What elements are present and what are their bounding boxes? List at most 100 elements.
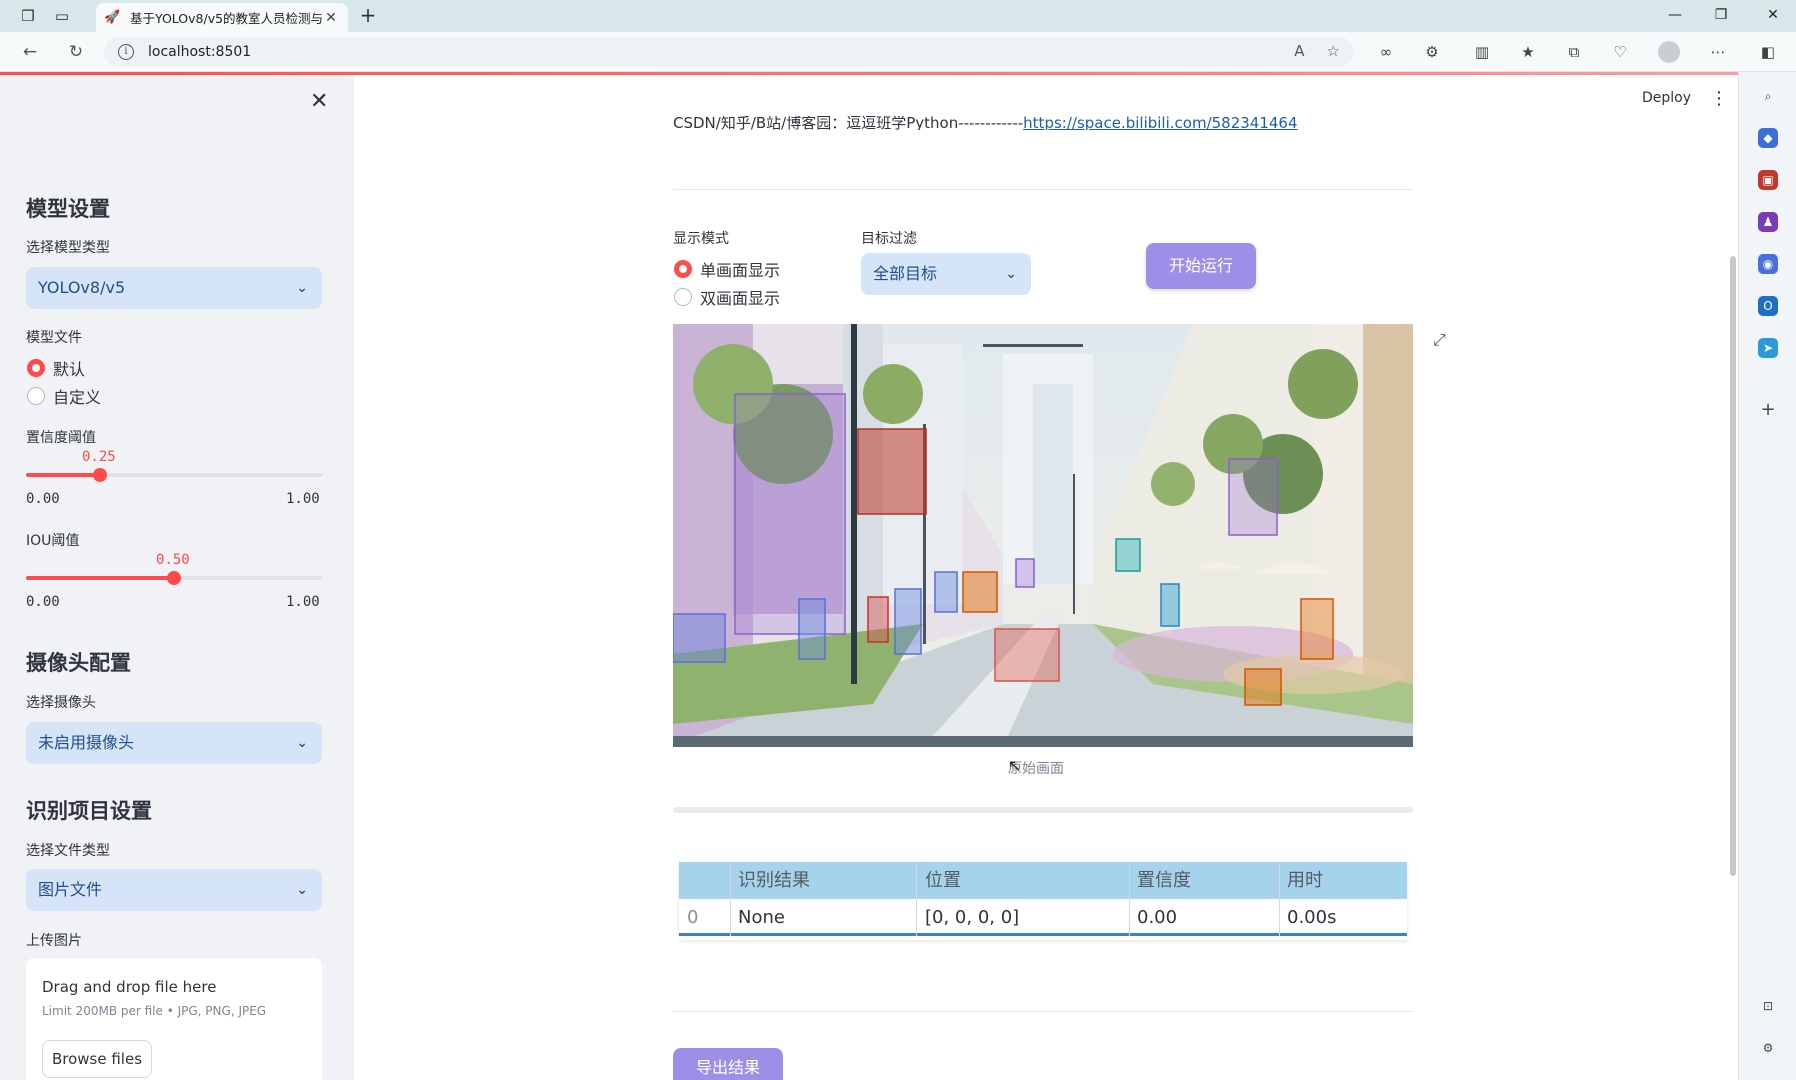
- export-results-button[interactable]: 导出结果: [673, 1048, 783, 1080]
- camera-select-value: 未启用摄像头: [38, 733, 135, 752]
- window-close-icon[interactable]: ✕: [1750, 0, 1796, 32]
- camera-select-label: 选择摄像头: [26, 695, 96, 711]
- detection-image: [673, 324, 1413, 747]
- radio-unselected-icon: [27, 387, 45, 405]
- conf-slider-thumb[interactable]: [93, 468, 107, 482]
- streamlit-sidebar: ✕ 模型设置 选择模型类型 YOLOv8/v5 ⌄ 模型文件 默认 自定义 置信…: [0, 75, 354, 1080]
- detection-box: [867, 596, 889, 643]
- model-type-select[interactable]: YOLOv8/v5 ⌄: [26, 267, 322, 309]
- display-mode-label: 显示模式: [673, 231, 729, 247]
- mouse-cursor-icon: ↖: [1008, 756, 1022, 775]
- site-info-icon[interactable]: i: [118, 44, 134, 60]
- favorites-icon[interactable]: ★: [1516, 41, 1540, 63]
- radio-custom[interactable]: 自定义: [27, 384, 101, 408]
- workspaces-icon[interactable]: ❒: [18, 6, 38, 26]
- column-divider: [916, 862, 917, 899]
- results-table[interactable]: 识别结果 位置 置信度 用时 0 None [0, 0, 0, 0] 0.00 …: [679, 862, 1407, 940]
- performance-icon[interactable]: ♡: [1608, 41, 1632, 63]
- split-screen-icon[interactable]: ▥: [1470, 41, 1494, 63]
- read-aloud-icon[interactable]: A: [1294, 42, 1304, 60]
- screenshot-icon[interactable]: ⊡: [1758, 996, 1778, 1016]
- browse-files-button[interactable]: Browse files: [42, 1040, 152, 1078]
- camera-settings-heading: 摄像头配置: [26, 651, 131, 675]
- target-filter-value: 全部目标: [873, 264, 938, 283]
- column-divider: [916, 899, 917, 936]
- favorite-star-icon[interactable]: ☆: [1327, 42, 1340, 60]
- collections-icon[interactable]: ⧉: [1562, 41, 1586, 63]
- browser-tab-active[interactable]: 🚀 基于YOLOv8/v5的教室人员检测与 ✕: [96, 3, 348, 32]
- header-time[interactable]: 用时: [1287, 862, 1323, 899]
- minimize-icon[interactable]: —: [1652, 0, 1698, 32]
- page-scrollbar[interactable]: [1730, 256, 1736, 876]
- bilibili-link[interactable]: https://space.bilibili.com/582341464: [1023, 116, 1297, 130]
- chevron-down-icon: ⌄: [296, 882, 308, 898]
- outlook-icon[interactable]: O: [1758, 296, 1778, 316]
- url-field[interactable]: i localhost:8501 A ☆: [104, 37, 1354, 67]
- author-links-prefix: CSDN/知乎/B站/博客园：逗逗班学Python------------: [673, 116, 1024, 130]
- reload-icon[interactable]: ↻: [62, 40, 90, 64]
- column-divider: [1279, 862, 1280, 899]
- new-tab-icon[interactable]: +: [356, 4, 380, 28]
- iou-slider[interactable]: [26, 571, 322, 585]
- tab-actions-icon[interactable]: ▭: [52, 6, 72, 26]
- start-run-button[interactable]: 开始运行: [1146, 243, 1256, 289]
- detection-box: [734, 393, 846, 635]
- games-icon[interactable]: ♟: [1758, 212, 1778, 232]
- radio-single-view[interactable]: 单画面显示: [674, 257, 780, 281]
- radio-dual-view[interactable]: 双画面显示: [674, 285, 780, 309]
- file-type-value: 图片文件: [38, 880, 103, 899]
- shopping-icon[interactable]: ◆: [1758, 128, 1778, 148]
- tools-icon[interactable]: ▣: [1758, 170, 1778, 190]
- sidebar-close-icon[interactable]: ✕: [310, 89, 328, 114]
- search-icon[interactable]: ⌕: [1758, 86, 1778, 106]
- streamlit-favicon-icon: 🚀: [104, 9, 121, 25]
- add-icon[interactable]: +: [1758, 400, 1778, 420]
- header-position[interactable]: 位置: [925, 862, 961, 899]
- conf-threshold-label: 置信度阈值: [26, 430, 96, 446]
- tab-close-icon[interactable]: ✕: [322, 10, 340, 26]
- fullscreen-expand-icon[interactable]: ⤢: [1433, 330, 1446, 350]
- file-uploader-dropzone[interactable]: Drag and drop file here Limit 200MB per …: [26, 958, 322, 1080]
- edge-sidebar: ⌕ ◆ ▣ ♟ ◉ O ➤ + ⊡ ⚙: [1738, 72, 1796, 1080]
- dropzone-title: Drag and drop file here: [42, 978, 217, 996]
- back-icon[interactable]: ←: [16, 40, 44, 64]
- cell-position[interactable]: [0, 0, 0, 0]: [925, 899, 1019, 936]
- url-actions: A ☆: [1294, 42, 1340, 60]
- header-confidence[interactable]: 置信度: [1137, 862, 1191, 899]
- detection-box: [798, 598, 826, 660]
- cell-result[interactable]: None: [738, 899, 785, 936]
- iou-slider-thumb[interactable]: [167, 571, 181, 585]
- model-settings-heading: 模型设置: [26, 197, 110, 221]
- restore-icon[interactable]: ❐: [1698, 0, 1744, 32]
- cell-confidence[interactable]: 0.00: [1137, 899, 1177, 936]
- sidebar-toggle-icon[interactable]: ◧: [1756, 41, 1780, 63]
- radio-selected-icon: [674, 260, 692, 278]
- table-row[interactable]: 0 None [0, 0, 0, 0] 0.00 0.00s: [679, 899, 1407, 936]
- url-text: localhost:8501: [148, 44, 252, 60]
- radio-unselected-icon: [674, 288, 692, 306]
- settings-gear-icon[interactable]: ⚙: [1758, 1038, 1778, 1058]
- radio-default[interactable]: 默认: [27, 356, 85, 380]
- conf-slider-max: 1.00: [286, 491, 320, 507]
- target-filter-select[interactable]: 全部目标 ⌄: [861, 253, 1031, 295]
- detection-box: [1115, 538, 1141, 572]
- chevron-down-icon: ⌄: [1005, 266, 1017, 282]
- conf-slider[interactable]: [26, 468, 322, 482]
- deploy-button[interactable]: Deploy: [1642, 90, 1691, 106]
- copilot-icon[interactable]: ◉: [1758, 254, 1778, 274]
- main-menu-icon[interactable]: ⋮: [1710, 88, 1728, 109]
- detection-box: [994, 628, 1060, 682]
- profile-avatar[interactable]: [1658, 41, 1680, 63]
- more-menu-icon[interactable]: ⋯: [1706, 41, 1730, 63]
- column-divider: [1279, 899, 1280, 936]
- cell-time[interactable]: 0.00s: [1287, 899, 1336, 936]
- infinity-icon[interactable]: ∞: [1374, 41, 1398, 63]
- extensions-icon[interactable]: ⚙: [1420, 41, 1444, 63]
- camera-select[interactable]: 未启用摄像头 ⌄: [26, 722, 322, 764]
- header-result[interactable]: 识别结果: [738, 862, 810, 899]
- drop-icon[interactable]: ➤: [1758, 338, 1778, 358]
- radio-single-view-label: 单画面显示: [700, 261, 781, 280]
- radio-dual-view-label: 双画面显示: [700, 289, 781, 308]
- file-type-select[interactable]: 图片文件 ⌄: [26, 869, 322, 911]
- detection-box: [1244, 668, 1282, 706]
